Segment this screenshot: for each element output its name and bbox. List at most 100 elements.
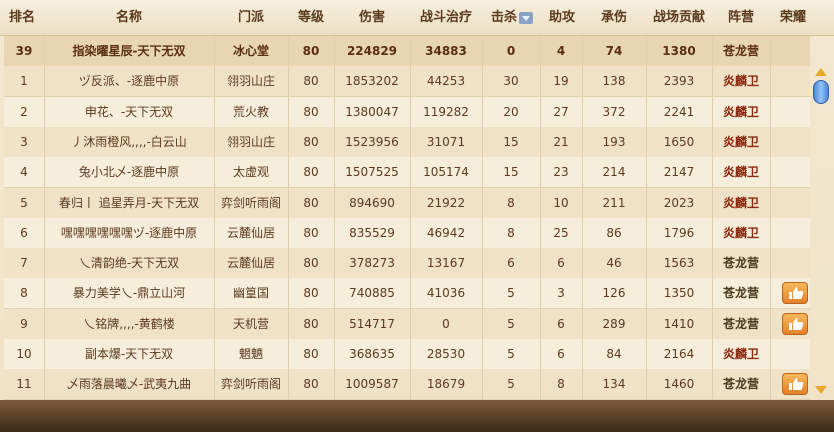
cell-damage: 368635 — [349, 347, 395, 361]
cell-sect: 云麓仙居 — [226, 225, 275, 240]
scrollbar-thumb[interactable] — [813, 80, 829, 104]
sort-descending-icon[interactable] — [519, 11, 533, 24]
cell-camp: 苍龙营 — [722, 316, 759, 331]
cell-sect: 太虚观 — [232, 165, 269, 180]
column-camp[interactable]: 阵营 — [712, 0, 770, 35]
cell-sect: 幽篁国 — [232, 286, 269, 301]
column-kills[interactable]: 击杀 — [482, 0, 542, 35]
column-divider — [288, 36, 289, 400]
cell-assists: 25 — [553, 225, 569, 240]
column-divider — [582, 36, 583, 400]
cell-rank: 39 — [15, 44, 33, 58]
cell-healing: 34883 — [425, 44, 467, 58]
table-row[interactable]: 2 申花、-天下无双 荒火教 80 1380047 119282 20 27 372 2241 炎麟… — [4, 96, 810, 128]
cell-name: 兔小北乄-逐鹿中原 — [78, 165, 180, 180]
cell-tank: 138 — [602, 74, 626, 89]
cell-camp: 炎麟卫 — [722, 165, 759, 180]
cell-tank: 289 — [602, 316, 626, 331]
cell-contribution: 1410 — [663, 316, 695, 331]
thumbs-up-icon[interactable] — [782, 312, 808, 335]
cell-contribution: 2164 — [663, 347, 695, 361]
cell-tank: 86 — [606, 225, 622, 240]
cell-level: 80 — [303, 104, 319, 119]
column-healing[interactable]: 战斗治疗 — [410, 0, 482, 35]
column-tank[interactable]: 承伤 — [582, 0, 646, 35]
cell-name: 丿沐雨橙风,,,,-白云山 — [71, 134, 187, 149]
cell-level: 80 — [303, 256, 319, 271]
table-row[interactable]: 7 乀清韵绝-天下无双 云麓仙居 80 378273 13167 6 6 46 1563 苍龙营 — [4, 248, 810, 280]
scrollbar[interactable] — [814, 66, 828, 398]
column-divider — [410, 36, 411, 400]
cell-assists: 10 — [553, 195, 569, 210]
cell-contribution: 1796 — [663, 225, 695, 240]
cell-level: 80 — [303, 286, 319, 301]
thumbs-up-icon[interactable] — [782, 373, 808, 396]
table-row[interactable]: 3 丿沐雨橙风,,,,-白云山 翎羽山庄 80 1523956 31071 15 21 193 1… — [4, 126, 810, 158]
cell-sect: 弈剑听雨阁 — [220, 195, 281, 210]
table-row[interactable]: 6 嘿嘿嘿嘿嘿嘿ヅ-逐鹿中原 云麓仙居 80 835529 46942 8 25 86 1796 炎… — [4, 217, 810, 249]
cell-assists: 6 — [557, 347, 565, 361]
cell-kills: 6 — [507, 256, 515, 271]
column-divider — [334, 36, 335, 400]
cell-kills: 5 — [507, 347, 515, 361]
cell-assists: 21 — [553, 134, 569, 149]
column-name[interactable]: 名称 — [44, 0, 214, 35]
cell-contribution: 2023 — [663, 195, 695, 210]
column-divider — [770, 36, 771, 400]
table-row[interactable]: 4 兔小北乄-逐鹿中原 太虚观 80 1507525 105174 15 23 214 2147 炎… — [4, 157, 810, 189]
cell-level: 80 — [302, 44, 320, 58]
cell-kills: 5 — [507, 316, 515, 331]
cell-level: 80 — [303, 165, 319, 180]
table-row[interactable]: 10 副本爆-天下无双 魍魉 80 368635 28530 5 6 84 2164 炎麟卫 — [4, 339, 810, 370]
cell-name: 副本爆-天下无双 — [84, 347, 174, 361]
cell-kills: 0 — [506, 44, 516, 58]
thumbs-up-icon[interactable] — [782, 282, 808, 305]
cell-name: ヅ反派、-逐鹿中原 — [78, 74, 180, 89]
cell-name: 暴力美学乀-鼎立山河 — [72, 286, 186, 301]
column-assists[interactable]: 助攻 — [542, 0, 582, 35]
cell-contribution: 1460 — [663, 377, 695, 392]
table-row[interactable]: 1 ヅ反派、-逐鹿中原 翎羽山庄 80 1853202 44253 30 19 138 2393 炎… — [4, 66, 810, 98]
column-damage[interactable]: 伤害 — [334, 0, 410, 35]
cell-camp: 苍龙营 — [722, 377, 759, 392]
cell-name: 乄雨落晨曦乄-武夷九曲 — [66, 377, 192, 392]
cell-damage: 514717 — [349, 316, 395, 331]
cell-contribution: 1650 — [663, 134, 695, 149]
column-rank[interactable]: 排名 — [0, 0, 44, 35]
cell-camp: 炎麟卫 — [722, 74, 759, 89]
scroll-down-arrow-icon[interactable] — [815, 386, 827, 394]
cell-damage: 1380047 — [345, 104, 399, 119]
column-sect[interactable]: 门派 — [214, 0, 288, 35]
column-divider — [482, 36, 483, 400]
cell-camp: 炎麟卫 — [722, 134, 759, 149]
table-row[interactable]: 5 春归丨 追星弄月-天下无双 弈剑听雨阁 80 894690 21922 8 10 211 20… — [4, 187, 810, 219]
cell-name: 申花、-天下无双 — [84, 104, 174, 119]
cell-damage: 1853202 — [345, 74, 399, 89]
cell-name: 指染曜星辰-天下无双 — [72, 44, 186, 58]
cell-level: 80 — [303, 134, 319, 149]
cell-assists: 23 — [553, 165, 569, 180]
column-divider — [214, 36, 215, 400]
cell-damage: 894690 — [349, 195, 395, 210]
cell-name: 乀铭牌,,,,-黄鹤楼 — [83, 316, 175, 331]
column-divider — [646, 36, 647, 400]
table-row-self[interactable]: 39 指染曜星辰-天下无双 冰心堂 80 224829 34883 0 4 74 1380 苍龙营 — [4, 36, 810, 67]
column-divider — [712, 36, 713, 400]
cell-contribution: 1350 — [663, 286, 695, 301]
cell-contribution: 1380 — [662, 44, 696, 58]
cell-rank: 6 — [20, 225, 28, 240]
cell-damage: 835529 — [349, 225, 395, 240]
cell-healing: 18679 — [426, 377, 466, 392]
table-row[interactable]: 8 暴力美学乀-鼎立山河 幽篁国 80 740885 41036 5 3 126 1350 苍龙营 — [4, 278, 810, 310]
cell-sect: 弈剑听雨阁 — [220, 377, 281, 392]
scroll-up-arrow-icon[interactable] — [815, 68, 827, 76]
column-divider — [44, 36, 45, 400]
column-honor[interactable]: 荣耀 — [770, 0, 816, 35]
cell-damage: 378273 — [349, 256, 395, 271]
table-row[interactable]: 9 乀铭牌,,,,-黄鹤楼 天机营 80 514717 0 5 6 289 1410 苍龙营 — [4, 308, 810, 340]
column-level[interactable]: 等级 — [288, 0, 334, 35]
table-row[interactable]: 11 乄雨落晨曦乄-武夷九曲 弈剑听雨阁 80 1009587 18679 5 8 134 146… — [4, 369, 810, 401]
column-contribution[interactable]: 战场贡献 — [646, 0, 712, 35]
cell-camp: 苍龙营 — [722, 44, 759, 58]
cell-assists: 3 — [557, 286, 565, 301]
